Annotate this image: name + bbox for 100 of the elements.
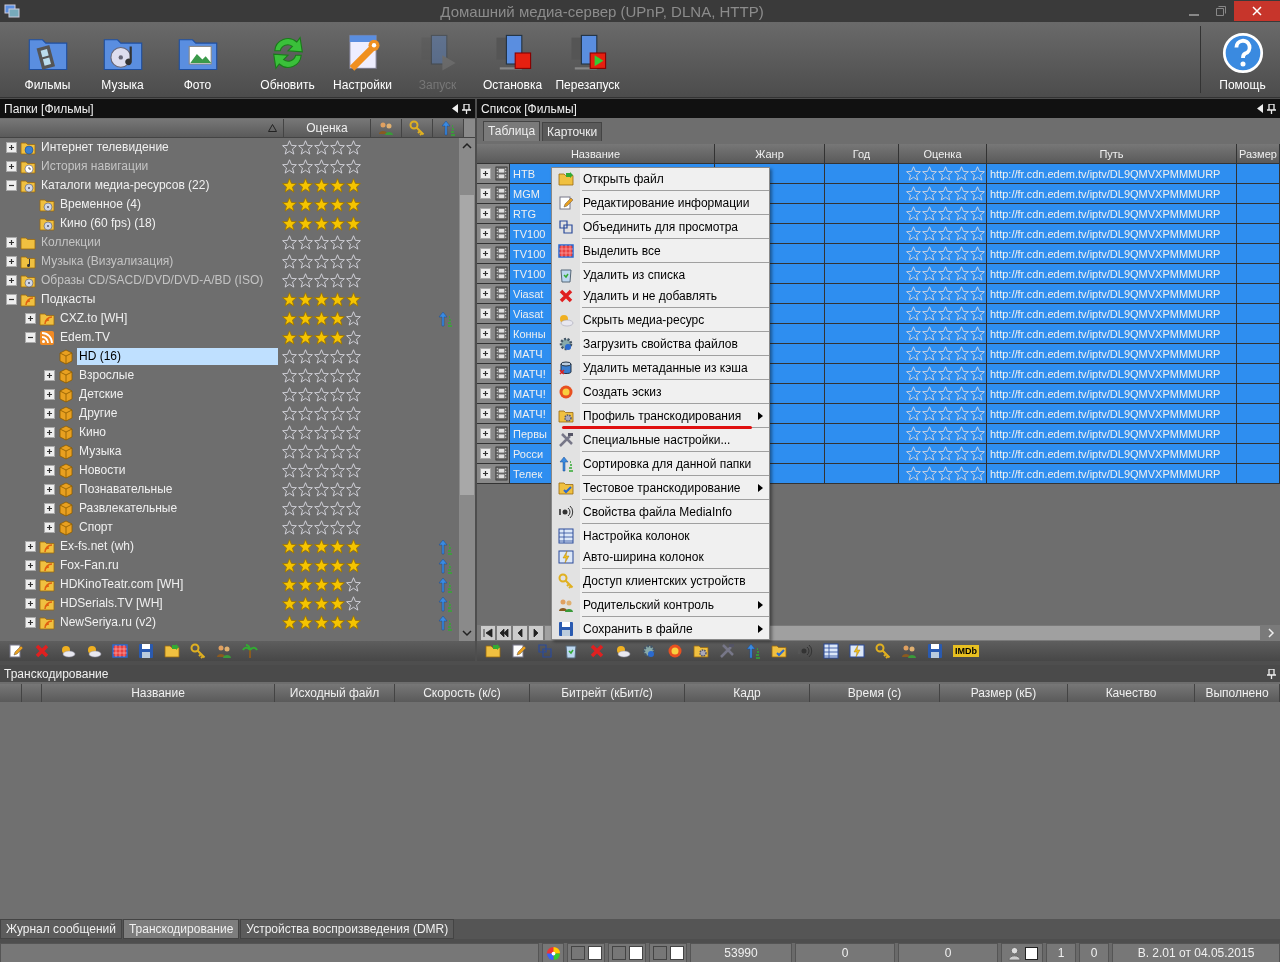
star-rating[interactable] — [906, 226, 985, 241]
toolbar-button[interactable]: Перезапуск — [550, 22, 625, 97]
checkbox[interactable] — [1024, 946, 1038, 960]
panel-tab[interactable]: Транскодирование — [122, 919, 240, 939]
expand-toggle[interactable] — [480, 248, 491, 259]
panel-tab[interactable]: Устройства воспроизведения (DMR) — [240, 919, 455, 939]
menu-item[interactable]: Авто-ширина колонок — [552, 546, 769, 567]
menu-item[interactable]: Создать эскиз — [552, 381, 769, 402]
expand-toggle[interactable] — [480, 428, 491, 439]
scrollbar-thumb[interactable] — [460, 195, 474, 495]
expand-toggle[interactable] — [480, 308, 491, 319]
menu-item[interactable]: Сортировка для данной папки — [552, 453, 769, 474]
toolbar-button[interactable]: Настройки — [325, 22, 400, 97]
scroll-right-icon[interactable] — [1266, 628, 1276, 638]
star-rating[interactable] — [282, 368, 361, 383]
arrow-left-icon[interactable] — [1257, 104, 1263, 113]
rewind-icon[interactable] — [497, 626, 511, 640]
expand-toggle[interactable] — [480, 288, 491, 299]
star-rating[interactable] — [906, 306, 985, 321]
toolbar-button[interactable]: Фильмы — [10, 22, 85, 97]
star-rating[interactable] — [282, 178, 361, 193]
column-header[interactable]: Оценка — [899, 144, 987, 164]
folder-label[interactable]: Музыка — [77, 443, 124, 460]
swatch[interactable] — [611, 946, 626, 960]
expand-toggle[interactable] — [44, 522, 55, 533]
star-rating[interactable] — [906, 266, 985, 281]
swatch[interactable] — [570, 946, 585, 960]
expand-toggle[interactable] — [6, 180, 17, 191]
expand-toggle[interactable] — [25, 332, 36, 343]
expand-toggle[interactable] — [480, 168, 491, 179]
imdb-badge[interactable]: IMDb — [953, 645, 979, 657]
menu-item[interactable]: Объединить для просмотра — [552, 216, 769, 237]
expand-toggle[interactable] — [44, 484, 55, 495]
folder-label[interactable]: Другие — [77, 405, 120, 422]
menu-item[interactable]: Редактирование информации — [552, 192, 769, 213]
column-header[interactable]: Размер — [1237, 144, 1280, 164]
folder-label[interactable]: Fox-Fan.ru — [58, 557, 121, 574]
star-rating[interactable] — [282, 311, 361, 326]
menu-item[interactable]: Специальные настройки... — [552, 429, 769, 450]
swatch[interactable] — [652, 946, 667, 960]
toolbar-button[interactable]: Остановка — [475, 22, 550, 97]
expand-toggle[interactable] — [480, 348, 491, 359]
close-button[interactable] — [1234, 1, 1280, 21]
column-header[interactable]: Путь — [987, 144, 1237, 164]
menu-item[interactable]: Тестовое транскодирование — [552, 477, 769, 498]
star-rating[interactable] — [906, 366, 985, 381]
arrow-left-icon[interactable] — [452, 104, 458, 113]
star-rating[interactable] — [282, 216, 361, 231]
folder-label[interactable]: HD (16) — [77, 348, 278, 365]
star-rating[interactable] — [906, 186, 985, 201]
star-rating[interactable] — [906, 206, 985, 221]
star-rating[interactable] — [282, 330, 361, 345]
menu-item[interactable]: Сохранить в файле — [552, 618, 769, 639]
expand-toggle[interactable] — [25, 579, 36, 590]
star-rating[interactable] — [282, 140, 361, 155]
toolbar-button[interactable]: Фото — [160, 22, 235, 97]
menu-item[interactable]: Удалить метаданные из кэша — [552, 357, 769, 378]
pin-icon[interactable] — [1267, 103, 1276, 114]
expand-toggle[interactable] — [480, 468, 491, 479]
star-rating[interactable] — [906, 426, 985, 441]
star-rating[interactable] — [282, 520, 361, 535]
folder-label[interactable]: Кино — [77, 424, 108, 441]
star-rating[interactable] — [906, 346, 985, 361]
star-rating[interactable] — [282, 387, 361, 402]
pin-icon[interactable] — [462, 103, 471, 114]
expand-toggle[interactable] — [44, 370, 55, 381]
column-header[interactable]: Год — [825, 144, 899, 164]
scroll-down-icon[interactable] — [462, 629, 472, 637]
menu-item[interactable]: Скрыть медиа-ресурс — [552, 309, 769, 330]
star-rating[interactable] — [282, 463, 361, 478]
menu-item[interactable]: Свойства файла MediaInfo — [552, 501, 769, 522]
star-rating[interactable] — [906, 326, 985, 341]
folder-label[interactable]: Спорт — [77, 519, 115, 536]
menu-item[interactable]: Доступ клиентских устройств — [552, 570, 769, 591]
pin-icon[interactable] — [1267, 668, 1276, 679]
star-rating[interactable] — [906, 446, 985, 461]
star-rating[interactable] — [282, 596, 361, 611]
expand-toggle[interactable] — [480, 368, 491, 379]
star-rating[interactable] — [282, 577, 361, 592]
swatch[interactable] — [669, 946, 684, 960]
expand-toggle[interactable] — [25, 313, 36, 324]
menu-item[interactable]: Удалить и не добавлять — [552, 285, 769, 306]
star-rating[interactable] — [906, 386, 985, 401]
star-rating[interactable] — [906, 406, 985, 421]
star-rating[interactable] — [282, 197, 361, 212]
forward-icon[interactable] — [529, 626, 543, 640]
expand-toggle[interactable] — [44, 427, 55, 438]
star-rating[interactable] — [282, 501, 361, 516]
folder-label[interactable]: HDSerials.TV [WH] — [58, 595, 165, 612]
expand-toggle[interactable] — [480, 228, 491, 239]
folder-label[interactable]: Каталоги медиа-ресурсов (22) — [39, 177, 212, 194]
star-rating[interactable] — [282, 349, 361, 364]
star-rating[interactable] — [282, 482, 361, 497]
expand-toggle[interactable] — [44, 465, 55, 476]
expand-toggle[interactable] — [480, 268, 491, 279]
menu-item[interactable]: Профиль транскодирования — [552, 405, 769, 426]
star-rating[interactable] — [906, 166, 985, 181]
folder-label[interactable]: Развлекательные — [77, 500, 180, 517]
toolbar-button[interactable]: Музыка — [85, 22, 160, 97]
star-rating[interactable] — [282, 292, 361, 307]
